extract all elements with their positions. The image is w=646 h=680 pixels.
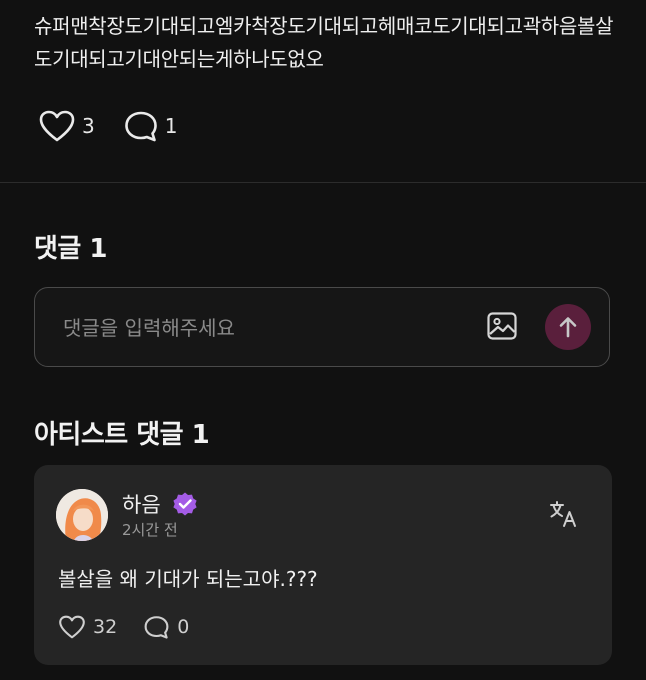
translate-icon — [550, 501, 576, 527]
comment-like-count: 32 — [93, 616, 118, 638]
artist-comments-title: 아티스트 댓글 1 — [34, 420, 210, 450]
comment-timestamp: 2시간 전 — [122, 521, 178, 539]
avatar[interactable] — [56, 489, 108, 541]
verified-badge-icon — [172, 491, 198, 521]
comment-input-box — [34, 287, 610, 367]
send-button[interactable] — [545, 304, 591, 350]
translate-button[interactable] — [548, 499, 578, 533]
post-like-count: 3 — [82, 114, 95, 138]
heart-outline-icon — [39, 110, 75, 142]
artist-comment-card: 하음 2시간 전 볼살을 왜 기대가 되는고야.??? 32 0 — [34, 465, 612, 665]
section-divider — [0, 182, 646, 183]
post-comment-button[interactable]: 1 — [123, 109, 178, 143]
comment-reply-count: 0 — [177, 616, 190, 638]
comment-actions: 32 0 — [58, 614, 215, 640]
comment-body: 볼살을 왜 기대가 되는고야.??? — [58, 567, 318, 591]
image-icon — [487, 312, 517, 340]
comments-title: 댓글 1 — [34, 234, 107, 264]
post-like-button[interactable]: 3 — [38, 109, 95, 143]
arrow-up-icon — [559, 317, 577, 338]
comment-like-button[interactable]: 32 — [58, 614, 117, 640]
speech-bubble-icon — [144, 616, 169, 639]
comment-author-name[interactable]: 하음 — [122, 489, 161, 519]
attach-image-button[interactable] — [486, 310, 518, 346]
comment-input[interactable] — [61, 310, 465, 346]
heart-outline-icon — [59, 615, 85, 639]
post-text: 슈퍼맨착장도기대되고엠카착장도기대되고헤매코도기대되고곽하음볼살도기대되고기대안… — [34, 14, 614, 71]
post-comment-count: 1 — [164, 114, 178, 138]
post-actions: 3 1 — [38, 109, 205, 143]
speech-bubble-icon — [124, 111, 157, 142]
comment-reply-button[interactable]: 0 — [143, 614, 189, 640]
